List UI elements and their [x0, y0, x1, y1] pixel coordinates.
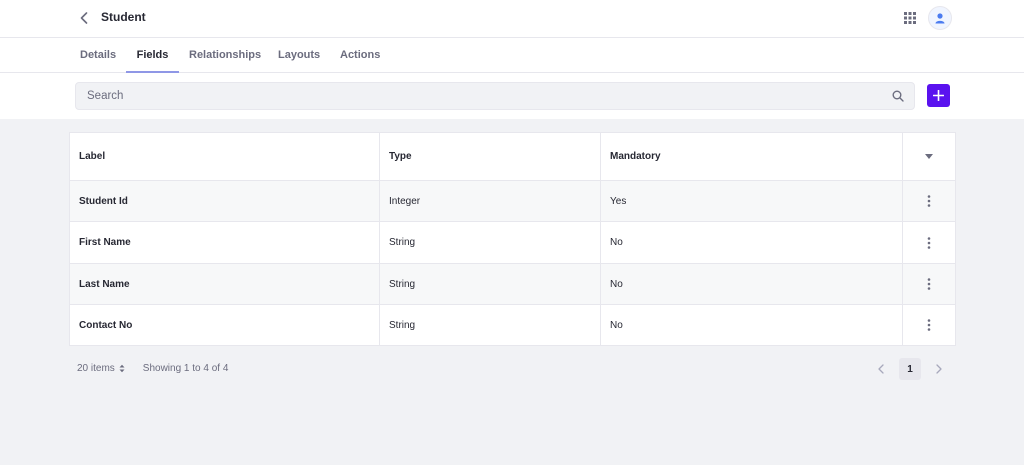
tab-bar: Details Fields Relationships Layouts Act… [0, 38, 1024, 73]
app-header: Student [0, 0, 1024, 38]
tab-layouts[interactable]: Layouts [278, 38, 320, 73]
column-header-type[interactable]: Type [379, 133, 600, 180]
table-row: First Name String No [70, 222, 955, 264]
sort-caret-icon [119, 364, 125, 373]
kebab-menu-icon [927, 195, 931, 207]
row-type: String [379, 305, 600, 345]
search-input[interactable] [76, 83, 876, 109]
row-mandatory: No [600, 305, 902, 345]
kebab-menu-icon [927, 319, 931, 331]
add-field-button[interactable] [927, 84, 950, 107]
row-label: Last Name [79, 278, 130, 290]
tab-actions[interactable]: Actions [340, 38, 380, 73]
items-per-page-select[interactable]: 20 items [77, 363, 125, 374]
pagination-next-button[interactable] [930, 360, 948, 378]
table-row: Last Name String No [70, 264, 955, 305]
pagination-page-1[interactable]: 1 [899, 358, 921, 380]
user-avatar-button[interactable] [928, 6, 952, 30]
fields-table: Label Type Mandatory Student Id Integer … [69, 132, 956, 346]
search-icon[interactable] [892, 90, 904, 102]
column-header-mandatory[interactable]: Mandatory [600, 133, 902, 180]
table-row: Student Id Integer Yes [70, 181, 955, 222]
back-button[interactable] [76, 9, 92, 27]
row-label: Student Id [79, 195, 128, 207]
row-mandatory: Yes [600, 181, 902, 221]
row-type: Integer [379, 181, 600, 221]
kebab-menu-icon [927, 278, 931, 290]
column-header-label[interactable]: Label [70, 133, 379, 180]
chevron-left-icon [80, 12, 88, 24]
table-header-row: Label Type Mandatory [70, 133, 955, 181]
row-label: First Name [79, 237, 131, 248]
row-actions-button[interactable] [902, 181, 955, 221]
kebab-menu-icon [927, 236, 931, 249]
table-row: Contact No String No [70, 305, 955, 345]
row-type: String [379, 264, 600, 304]
search-box [75, 82, 915, 110]
row-label: Contact No [79, 319, 133, 331]
page-title: Student [101, 10, 146, 24]
pagination-previous-button[interactable] [872, 360, 890, 378]
row-actions-button[interactable] [902, 222, 955, 263]
management-toolbar [0, 73, 1024, 119]
apps-menu-button[interactable] [901, 9, 919, 27]
row-mandatory: No [600, 222, 902, 263]
chevron-right-icon [936, 364, 942, 374]
user-icon [935, 12, 945, 23]
caret-down-icon [925, 154, 933, 159]
tab-details[interactable]: Details [80, 38, 116, 73]
chevron-left-icon [878, 364, 884, 374]
tab-fields[interactable]: Fields [126, 38, 179, 73]
tab-relationships[interactable]: Relationships [189, 38, 261, 73]
plus-icon [933, 90, 944, 101]
row-mandatory: No [600, 264, 902, 304]
column-options-button[interactable] [902, 133, 955, 180]
items-per-page-label: 20 items [77, 363, 115, 374]
results-count: Showing 1 to 4 of 4 [142, 363, 229, 374]
row-type: String [379, 222, 600, 263]
row-actions-button[interactable] [902, 264, 955, 304]
grid-icon [904, 12, 916, 24]
row-actions-button[interactable] [902, 305, 955, 345]
pagination-info: 20 items Showing 1 to 4 of 4 [77, 363, 228, 374]
